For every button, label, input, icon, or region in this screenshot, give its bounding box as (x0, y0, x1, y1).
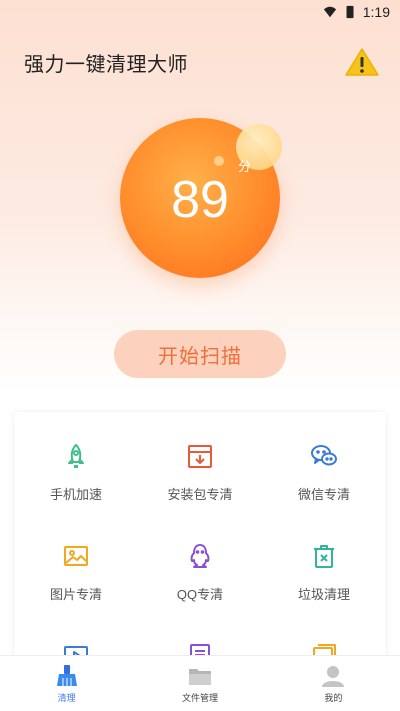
nav-item-file-manager[interactable]: 文件管理 (133, 656, 266, 711)
feature-image-clean[interactable]: 图片专清 (14, 542, 138, 622)
feature-label: 安装包专清 (167, 487, 233, 502)
broom-icon (56, 664, 77, 686)
feature-label: 手机加速 (49, 487, 102, 502)
feature-label: 垃圾清理 (297, 587, 350, 602)
nav-label: 文件管理 (181, 692, 218, 703)
feature-label: 图片专清 (49, 587, 102, 602)
nav-item-clean[interactable]: 清理 (0, 656, 133, 711)
features-grid: 手机加速 安装包专清 微信专清 图片专清 QQ专清 垃圾清理 (14, 412, 386, 672)
package-icon (188, 445, 212, 468)
score-gauge: 分 89 (120, 118, 282, 278)
feature-phone-boost[interactable]: 手机加速 (14, 442, 138, 522)
decorative-dot (214, 156, 224, 166)
app-header: 强力一键清理大师 (24, 46, 380, 78)
bottom-nav: 清理 文件管理 我的 (0, 655, 400, 711)
status-time: 1:19 (362, 4, 390, 20)
image-icon (64, 546, 88, 566)
feature-apk-clean[interactable]: 安装包专清 (138, 442, 262, 522)
nav-label: 清理 (57, 692, 76, 703)
folder-icon (188, 668, 211, 685)
app-title: 强力一键清理大师 (24, 53, 188, 76)
rocket-icon (68, 444, 84, 468)
feature-wechat-clean[interactable]: 微信专清 (262, 442, 386, 522)
feature-label: 微信专清 (297, 487, 350, 502)
nav-item-me[interactable]: 我的 (267, 656, 400, 711)
nav-label: 我的 (324, 692, 343, 703)
feature-junk-clean[interactable]: 垃圾清理 (262, 542, 386, 622)
score-value: 89 (171, 171, 229, 229)
qq-icon (190, 544, 210, 568)
feature-label: QQ专清 (176, 587, 224, 602)
feature-qq-clean[interactable]: QQ专清 (138, 542, 262, 622)
warning-icon[interactable] (344, 47, 380, 77)
wifi-icon (323, 6, 336, 18)
start-scan-button[interactable]: 开始扫描 (114, 330, 286, 378)
battery-icon (346, 5, 354, 19)
trash-icon (314, 545, 334, 568)
user-icon (322, 665, 345, 687)
status-bar: 1:19 (0, 0, 400, 24)
wechat-icon (311, 445, 337, 466)
